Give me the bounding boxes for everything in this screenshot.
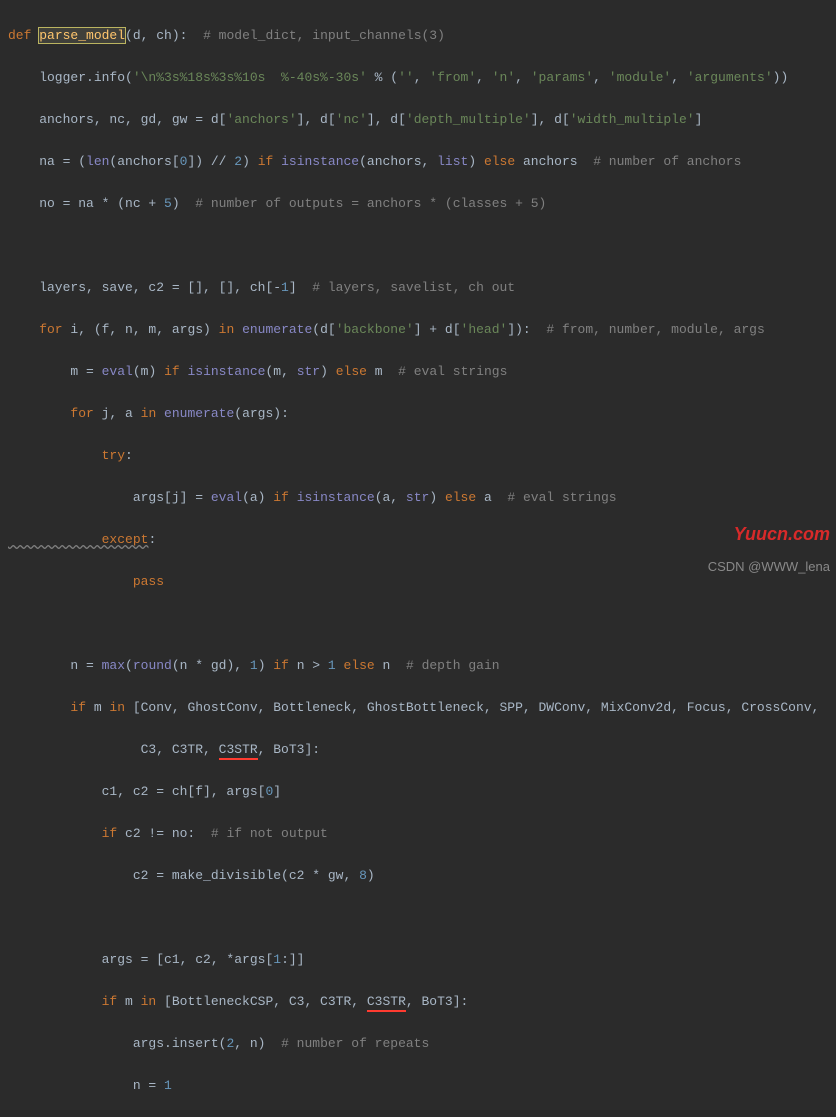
code-line: m = eval(m) if isinstance(m, str) else m…: [8, 361, 836, 382]
code-line: no = na * (nc + 5) # number of outputs =…: [8, 193, 836, 214]
code-line: for i, (f, n, m, args) in enumerate(d['b…: [8, 319, 836, 340]
code-line: def parse_model(d, ch): # model_dict, in…: [8, 25, 836, 46]
code-line: C3, C3TR, C3STR, BoT3]:: [8, 739, 836, 760]
code-line: if m in [Conv, GhostConv, Bottleneck, Gh…: [8, 697, 836, 718]
code-line: for j, a in enumerate(args):: [8, 403, 836, 424]
code-line: args[j] = eval(a) if isinstance(a, str) …: [8, 487, 836, 508]
code-line: args = [c1, c2, *args[1:]]: [8, 949, 836, 970]
code-line: logger.info('\n%3s%18s%3s%10s %-40s%-30s…: [8, 67, 836, 88]
code-line: layers, save, c2 = [], [], ch[-1] # laye…: [8, 277, 836, 298]
code-line: args.insert(2, n) # number of repeats: [8, 1033, 836, 1054]
fn-name: parse_model: [39, 28, 125, 43]
code-line: c2 = make_divisible(c2 * gw, 8): [8, 865, 836, 886]
code-line: c1, c2 = ch[f], args[0]: [8, 781, 836, 802]
code-line: n = 1: [8, 1075, 836, 1096]
code-line: except:: [8, 529, 836, 550]
highlighted-token: C3STR: [367, 994, 406, 1012]
code-line: na = (len(anchors[0]) // 2) if isinstanc…: [8, 151, 836, 172]
code-line: if m in [BottleneckCSP, C3, C3TR, C3STR,…: [8, 991, 836, 1012]
code-line: n = max(round(n * gd), 1) if n > 1 else …: [8, 655, 836, 676]
watermark-author: CSDN @WWW_lena: [708, 556, 830, 577]
code-line: if c2 != no: # if not output: [8, 823, 836, 844]
highlighted-token: C3STR: [219, 742, 258, 760]
code-line: try:: [8, 445, 836, 466]
watermark-site: Yuucn.com: [734, 524, 830, 545]
code-line: anchors, nc, gd, gw = d['anchors'], d['n…: [8, 109, 836, 130]
